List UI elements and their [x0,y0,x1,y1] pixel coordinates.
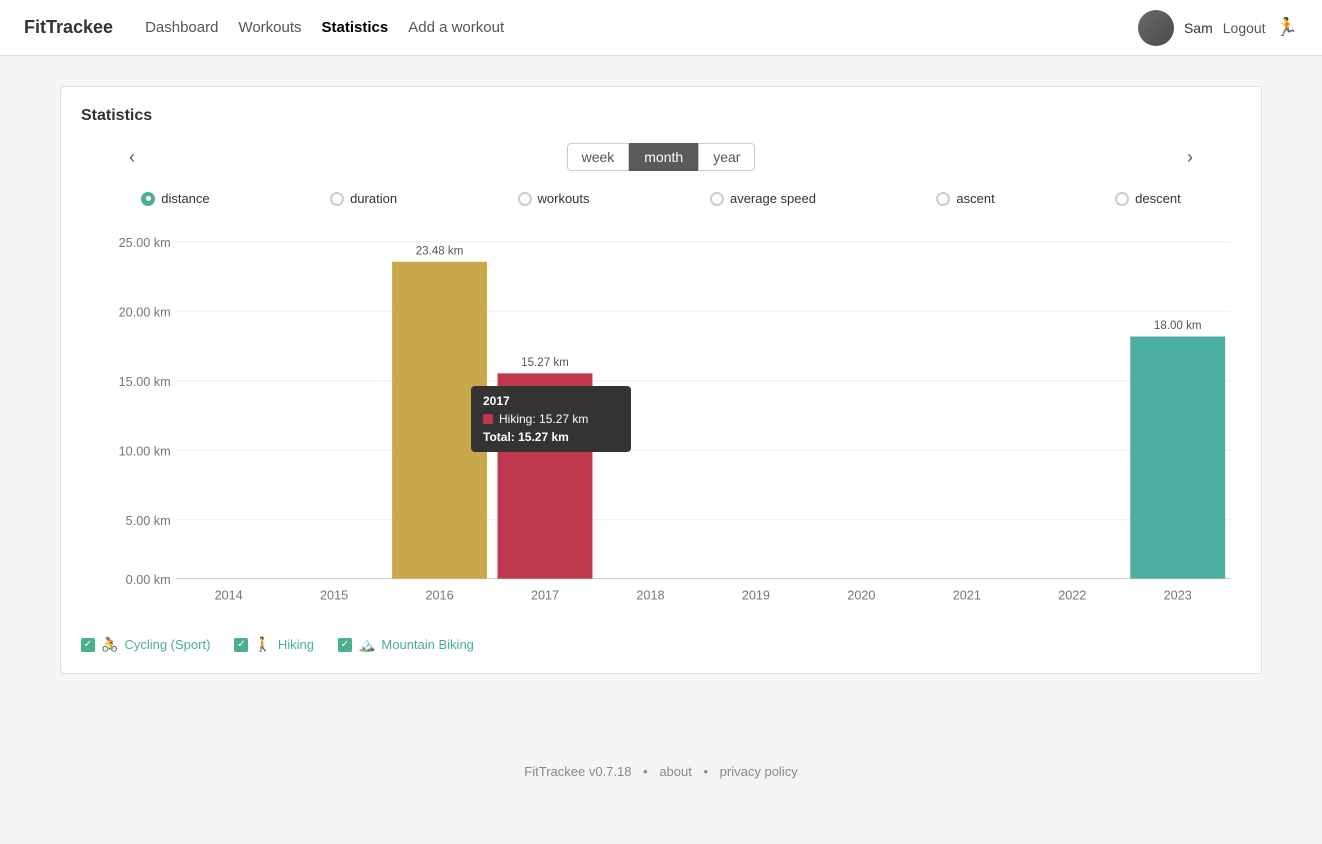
metric-descent[interactable]: descent [1115,191,1181,206]
svg-text:18.00 km: 18.00 km [1154,320,1202,332]
svg-text:25.00 km: 25.00 km [119,236,171,250]
svg-text:23.48 km: 23.48 km [416,245,464,257]
radio-duration [330,192,344,206]
svg-text:2014: 2014 [215,589,243,603]
period-buttons: week month year [567,143,756,171]
nav-add-workout[interactable]: Add a workout [408,19,504,36]
navbar-right: Sam Logout 🏃 [1138,10,1298,46]
legend-emoji-hiking: 🚶 [254,636,271,653]
footer: FitTrackee v0.7.18 • about • privacy pol… [0,744,1322,799]
metric-average-speed-label: average speed [730,191,816,206]
svg-text:15.00 km: 15.00 km [119,375,171,389]
svg-text:5.00 km: 5.00 km [126,514,171,528]
svg-text:15.27 km: 15.27 km [521,357,569,369]
chart-container: 25.00 km 20.00 km 15.00 km 10.00 km 5.00… [81,226,1241,626]
svg-text:2018: 2018 [636,589,664,603]
period-week-button[interactable]: week [567,143,630,171]
legend-label-hiking: Hiking [278,637,314,652]
stats-title: Statistics [81,107,1241,125]
svg-text:2016: 2016 [425,589,453,603]
metric-average-speed[interactable]: average speed [710,191,816,206]
footer-privacy-link[interactable]: privacy policy [720,764,798,779]
svg-text:2021: 2021 [953,589,981,603]
navbar: FitTrackee Dashboard Workouts Statistics… [0,0,1322,56]
legend-label-cycling: Cycling (Sport) [124,637,210,652]
svg-text:2022: 2022 [1058,589,1086,603]
logout-button[interactable]: Logout [1223,20,1266,36]
svg-text:2017: 2017 [531,589,559,603]
metric-ascent[interactable]: ascent [936,191,994,206]
nav-dashboard[interactable]: Dashboard [145,19,218,36]
period-next-button[interactable]: › [1179,143,1201,172]
legend-label-mountain-biking: Mountain Biking [381,637,474,652]
period-prev-button[interactable]: ‹ [121,143,143,172]
period-month-button[interactable]: month [629,143,698,171]
bar-2016[interactable] [392,262,487,579]
legend-row: ✓ 🚴 Cycling (Sport) ✓ 🚶 Hiking ✓ 🏔️ Moun… [81,636,1241,653]
legend-emoji-cycling: 🚴 [101,636,118,653]
svg-text:10.00 km: 10.00 km [119,444,171,458]
legend-mountain-biking[interactable]: ✓ 🏔️ Mountain Biking [338,636,474,653]
period-selector-row: ‹ week month year › [81,143,1241,171]
legend-checkbox-cycling[interactable]: ✓ [81,638,95,652]
metric-descent-label: descent [1135,191,1181,206]
footer-dot-2: • [703,764,708,779]
radio-average-speed [710,192,724,206]
footer-version: v0.7.18 [589,764,632,779]
svg-text:2020: 2020 [847,589,875,603]
main-content: Statistics ‹ week month year › distance … [0,56,1322,704]
radio-distance [141,192,155,206]
username: Sam [1184,20,1213,36]
svg-text:2015: 2015 [320,589,348,603]
metric-workouts-label: workouts [538,191,590,206]
metric-distance-label: distance [161,191,209,206]
legend-emoji-mountain-biking: 🏔️ [358,636,375,653]
brand-logo[interactable]: FitTrackee [24,17,113,38]
legend-checkbox-mountain-biking[interactable]: ✓ [338,638,352,652]
metric-workouts[interactable]: workouts [518,191,590,206]
legend-hiking[interactable]: ✓ 🚶 Hiking [234,636,314,653]
avatar [1138,10,1174,46]
svg-text:2019: 2019 [742,589,770,603]
legend-checkbox-hiking[interactable]: ✓ [234,638,248,652]
radio-descent [1115,192,1129,206]
chart-svg: 25.00 km 20.00 km 15.00 km 10.00 km 5.00… [81,226,1241,626]
nav-statistics[interactable]: Statistics [322,19,389,36]
legend-cycling[interactable]: ✓ 🚴 Cycling (Sport) [81,636,210,653]
metric-ascent-label: ascent [956,191,994,206]
metric-duration-label: duration [350,191,397,206]
svg-text:2023: 2023 [1164,589,1192,603]
footer-about-link[interactable]: about [659,764,692,779]
nav-workouts[interactable]: Workouts [238,19,301,36]
nav-icon: 🏃 [1276,17,1298,38]
metrics-row: distance duration workouts average speed… [81,191,1241,206]
bar-2023[interactable] [1130,337,1225,579]
footer-brand: FitTrackee [524,764,585,779]
period-year-button[interactable]: year [698,143,755,171]
metric-distance[interactable]: distance [141,191,209,206]
nav-links: Dashboard Workouts Statistics Add a work… [145,19,1138,36]
bar-2017[interactable] [498,373,593,578]
footer-dot-1: • [643,764,648,779]
avatar-image [1138,10,1174,46]
radio-workouts [518,192,532,206]
svg-text:20.00 km: 20.00 km [119,306,171,320]
metric-duration[interactable]: duration [330,191,397,206]
stats-card: Statistics ‹ week month year › distance … [60,86,1262,674]
radio-ascent [936,192,950,206]
svg-text:0.00 km: 0.00 km [126,573,171,587]
